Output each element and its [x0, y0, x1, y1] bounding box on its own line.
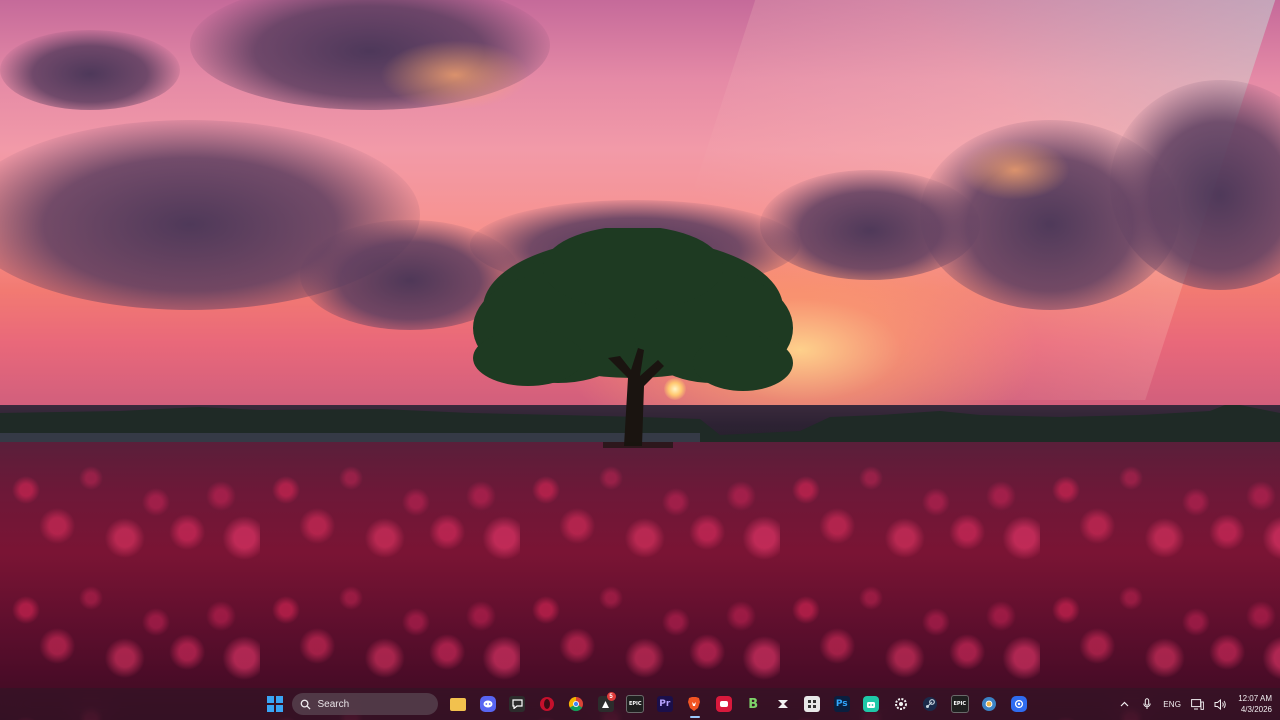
- microphone-icon[interactable]: [1140, 697, 1154, 711]
- taskbar-app-brave[interactable]: [680, 688, 710, 720]
- chevron-up-icon[interactable]: [1117, 697, 1131, 711]
- windows-logo-icon: [266, 696, 283, 712]
- taskbar-app-epic-games-2[interactable]: EPIC: [945, 688, 975, 720]
- folder-icon: [450, 697, 467, 711]
- taskbar-app-file-explorer[interactable]: [444, 688, 474, 720]
- desktop-wallpaper: [0, 0, 1280, 720]
- opera-gx-icon: [539, 696, 555, 712]
- taskbar-app-b[interactable]: B: [739, 688, 769, 720]
- discord-icon: [479, 696, 496, 712]
- cloud: [0, 30, 180, 110]
- cloud-highlight: [380, 40, 530, 110]
- taskbar-center: Search 5 EPIC Pr B Ps EPIC: [260, 688, 1034, 720]
- start-button[interactable]: [260, 688, 290, 720]
- search-box[interactable]: Search: [291, 693, 438, 715]
- app-blue-icon: [1010, 696, 1027, 712]
- app-grid-icon: [804, 696, 821, 712]
- clock-time: 12:07 AM: [1238, 694, 1272, 703]
- taskbar-app-gear[interactable]: [886, 688, 916, 720]
- cloud-highlight: [960, 140, 1070, 200]
- epic-games-icon: EPIC: [950, 695, 969, 713]
- taskbar-app-epic-games[interactable]: EPIC: [621, 688, 651, 720]
- gear-icon: [893, 696, 909, 712]
- chat-bubble-icon: [509, 696, 526, 712]
- language-indicator[interactable]: ENG: [1163, 700, 1181, 709]
- epic-games-icon: EPIC: [626, 695, 645, 713]
- taskbar-app-teal[interactable]: [857, 688, 887, 720]
- taskbar-app-x[interactable]: [768, 688, 798, 720]
- taskbar-app-opera-gx[interactable]: [532, 688, 562, 720]
- chrome-variant-icon: [981, 696, 997, 712]
- taskbar: Search 5 EPIC Pr B Ps EPIC ENG 12:07 AM …: [0, 688, 1280, 720]
- taskbar-app-chat[interactable]: [503, 688, 533, 720]
- network-icon[interactable]: [1190, 697, 1204, 711]
- app-b-icon: B: [748, 696, 759, 712]
- search-icon: [300, 699, 311, 710]
- taskbar-app-photoshop[interactable]: Ps: [827, 688, 857, 720]
- photoshop-icon: Ps: [833, 696, 850, 712]
- taskbar-app-premiere-pro[interactable]: Pr: [650, 688, 680, 720]
- taskbar-app-red[interactable]: [709, 688, 739, 720]
- premiere-pro-icon: Pr: [656, 696, 673, 712]
- clock-date: 4/3/2026: [1240, 705, 1272, 714]
- clock[interactable]: 12:07 AM 4/3/2026: [1238, 693, 1272, 715]
- brave-icon: [686, 696, 702, 712]
- taskbar-app-chrome[interactable]: [562, 688, 592, 720]
- steam-icon: [922, 696, 938, 712]
- app-teal-icon: [863, 696, 880, 712]
- taskbar-app-steam[interactable]: [916, 688, 946, 720]
- taskbar-app-chrome-2[interactable]: [975, 688, 1005, 720]
- flowers: [0, 442, 1280, 720]
- speaker-icon[interactable]: [1213, 697, 1227, 711]
- taskbar-app-blue[interactable]: [1004, 688, 1034, 720]
- app-x-icon: [775, 696, 791, 712]
- taskbar-app-discord[interactable]: [473, 688, 503, 720]
- taskbar-app-notifications[interactable]: 5: [591, 688, 621, 720]
- system-tray: ENG 12:07 AM 4/3/2026: [1117, 688, 1272, 720]
- chrome-icon: [568, 696, 584, 712]
- notification-badge: 5: [606, 692, 616, 701]
- search-label: Search: [317, 698, 350, 710]
- app-red-icon: [715, 696, 732, 712]
- tree-silhouette: [473, 228, 793, 448]
- taskbar-app-grid[interactable]: [798, 688, 828, 720]
